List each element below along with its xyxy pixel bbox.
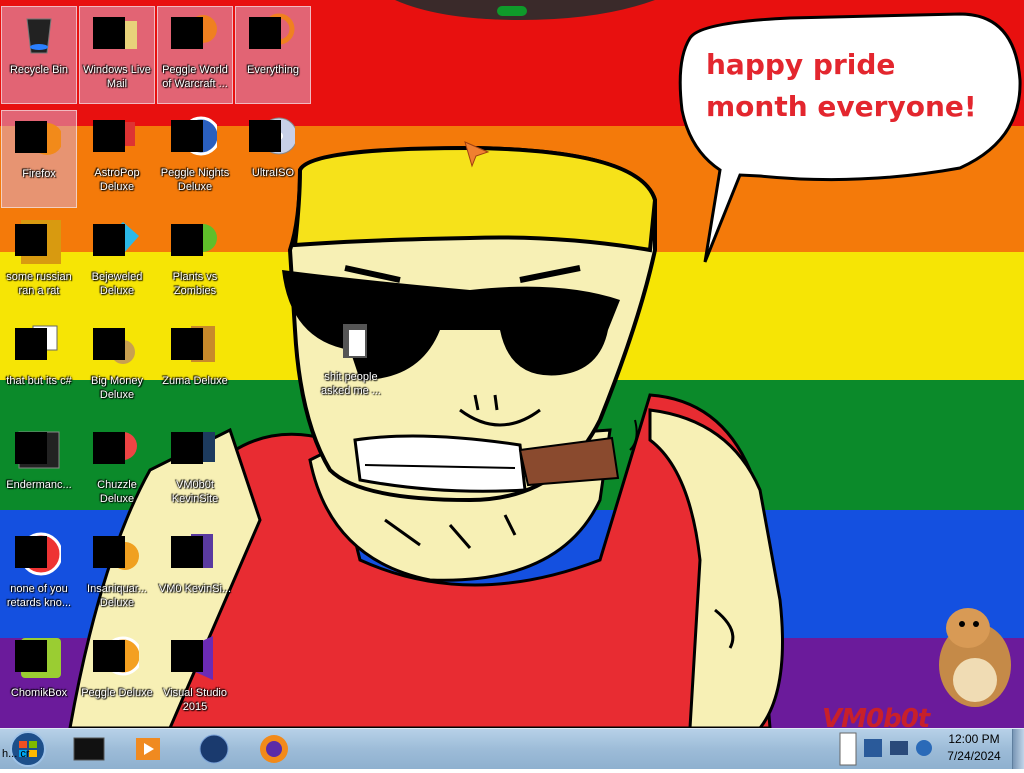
desktop-icon-plants-vs-zombies[interactable]: Plants vs Zombies <box>157 214 233 312</box>
icon-label: Peggle Deluxe <box>81 687 153 699</box>
system-tray <box>838 731 934 767</box>
clock-time: 12:00 PM <box>948 732 1000 746</box>
desktop-icon-windows-live-mail[interactable]: Windows Live Mail <box>79 6 155 104</box>
icon-label: Recycle Bin <box>9 64 69 76</box>
icon-label: UltraISO <box>251 167 295 179</box>
app-icon <box>15 220 61 264</box>
monitor-icon[interactable] <box>890 741 908 755</box>
desktop-icon-peggle-deluxe[interactable]: Peggle Deluxe <box>79 630 155 728</box>
astropop-icon <box>93 116 139 160</box>
desktop-icon-vm0b0t-kevinsite[interactable]: VM0b0t KevinSite <box>157 422 233 520</box>
zuma-icon <box>171 324 217 368</box>
icon-label: none of you retards kno... <box>6 583 72 609</box>
icon-label: Windows Live Mail <box>83 64 151 90</box>
desktop-icon-insaniquarium[interactable]: Insaniquar... Deluxe <box>79 526 155 624</box>
visual-studio-icon <box>171 636 217 680</box>
shortcut-icon <box>15 324 61 368</box>
icon-label: Endermanc... <box>6 479 72 491</box>
taskbar-media-player[interactable] <box>130 732 168 766</box>
desktop-icon-firefox[interactable]: Firefox <box>1 110 77 208</box>
desktop-icon-chomikbox[interactable]: ChomikBox <box>1 630 77 728</box>
money-bag-icon <box>93 324 139 368</box>
globe-icon <box>199 734 229 764</box>
peggle-nights-icon <box>171 116 221 160</box>
icon-label: AstroPop Deluxe <box>94 167 140 193</box>
desktop-icon-none-of-you[interactable]: none of you retards kno... <box>1 526 77 624</box>
chuzzle-icon <box>93 428 139 472</box>
speech-bubble-text: happy pride month everyone! <box>706 48 977 123</box>
hamster-icon <box>15 636 61 680</box>
icon-label: ChomikBox <box>10 687 68 699</box>
desktop-icon-peggle-wow[interactable]: Peggle World of Warcraft ... <box>157 6 233 104</box>
search-icon <box>249 13 295 57</box>
icon-label: VM0b0t KevinSite <box>171 479 219 505</box>
icon-label: some russian ran a rat <box>6 271 72 297</box>
folder-icon <box>329 320 373 364</box>
command-prompt-icon <box>73 737 105 761</box>
icon-label: Insaniquar... Deluxe <box>87 583 147 609</box>
desktop-icon-visual-studio[interactable]: Visual Studio 2015 <box>157 630 233 728</box>
fish-icon <box>93 532 139 576</box>
desktop-icon-astropop[interactable]: AstroPop Deluxe <box>79 110 155 208</box>
icon-label: Bejeweled Deluxe <box>91 271 143 297</box>
desktop-icon-that-but-csharp[interactable]: that but its c# <box>1 318 77 416</box>
icon-label: Big Money Deluxe <box>91 375 143 401</box>
taskbar: 12:00 PM 7/24/2024 <box>0 728 1024 769</box>
disc-icon <box>249 116 298 160</box>
gem-icon <box>93 220 139 264</box>
clock-date: 7/24/2024 <box>947 749 1001 763</box>
taskbar-command-prompt[interactable] <box>70 732 108 766</box>
taskbar-firefox[interactable] <box>255 732 293 766</box>
icon-label: VM0 KevinSi... <box>158 583 232 595</box>
firefox-icon <box>260 735 288 763</box>
website-icon <box>171 428 217 472</box>
recycle-bin-icon <box>17 13 61 57</box>
desktop-icon-recycle-bin[interactable]: Recycle Bin <box>1 6 77 104</box>
desktop-icon-peggle-nights[interactable]: Peggle Nights Deluxe <box>157 110 233 208</box>
browser-icon <box>15 532 63 576</box>
peggle-icon <box>171 13 217 57</box>
icon-label: Chuzzle Deluxe <box>97 479 137 505</box>
network-icon[interactable] <box>864 739 882 757</box>
desktop-icon-ultraiso[interactable]: UltraISO <box>235 110 311 208</box>
desktop-icon-bejeweled[interactable]: Bejeweled Deluxe <box>79 214 155 312</box>
icon-label: Visual Studio 2015 <box>162 687 227 713</box>
volume-icon[interactable] <box>916 740 932 756</box>
taskbar-globe[interactable] <box>195 732 233 766</box>
show-desktop-button[interactable] <box>1012 729 1024 769</box>
desktop-icon-chuzzle[interactable]: Chuzzle Deluxe <box>79 422 155 520</box>
desktop-icon-folder[interactable]: shit people asked me ... <box>313 314 389 412</box>
clock[interactable]: 12:00 PM 7/24/2024 <box>936 731 1012 765</box>
firefox-icon <box>15 117 63 161</box>
desktop-icon-everything[interactable]: Everything <box>235 6 311 104</box>
media-player-icon <box>136 738 160 760</box>
desktop-icon-russian-rat[interactable]: some russian ran a rat <box>1 214 77 312</box>
desktop-icon-vm0-kevinsite[interactable]: VM0 KevinSi... <box>157 526 233 624</box>
icon-label: Everything <box>247 64 299 76</box>
desktop-icon-big-money[interactable]: Big Money Deluxe <box>79 318 155 416</box>
icon-label: shit people asked me ... <box>321 371 381 397</box>
iso-icon[interactable] <box>839 732 857 766</box>
icon-label: Peggle World of Warcraft ... <box>162 64 228 90</box>
plant-icon <box>171 220 217 264</box>
mail-icon <box>93 13 139 57</box>
peggle-deluxe-icon <box>93 636 143 680</box>
icon-label: that but its c# <box>6 375 72 387</box>
icon-label: Firefox <box>22 168 56 180</box>
icon-label: Zuma Deluxe <box>162 375 228 387</box>
desktop-icon-endermanc[interactable]: Endermanc... <box>1 422 77 520</box>
icon-label: Peggle Nights Deluxe <box>160 167 230 193</box>
icon-label: Plants vs Zombies <box>172 271 218 297</box>
terminal-icon <box>15 428 61 472</box>
start-tooltip-text: h... cr <box>2 748 30 760</box>
file-icon <box>171 532 217 576</box>
desktop-icon-zuma[interactable]: Zuma Deluxe <box>157 318 233 416</box>
